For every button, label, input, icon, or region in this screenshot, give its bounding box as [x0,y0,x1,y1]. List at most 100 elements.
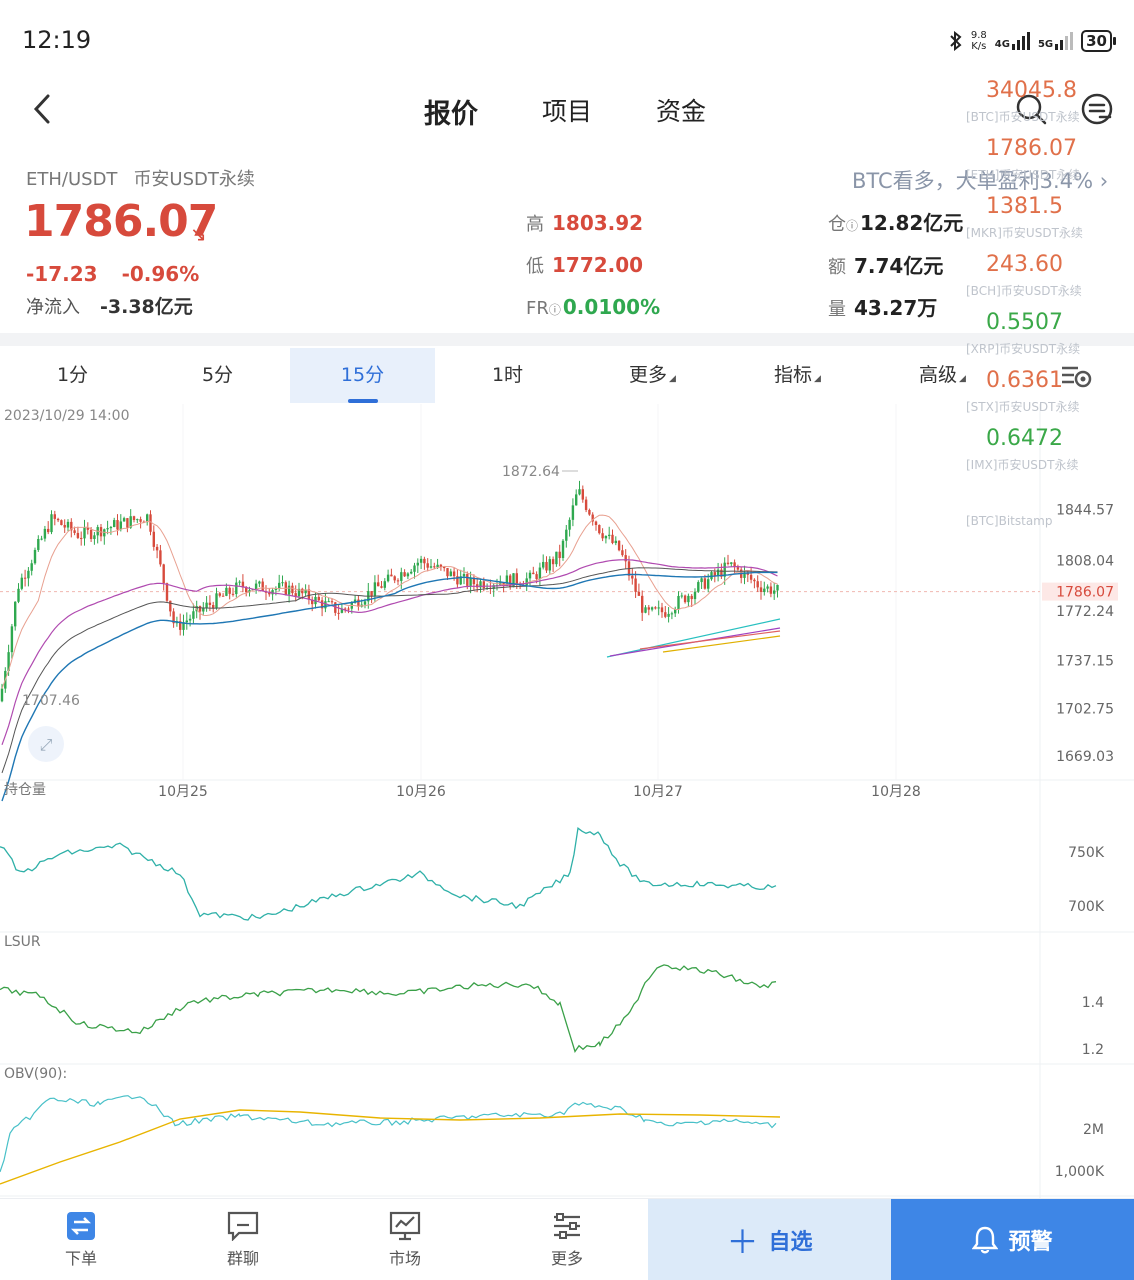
candle-body [380,586,383,588]
ticker-item[interactable]: 34045.8 [BTC]币安USDT永续 [966,78,1126,136]
candle-body [548,559,551,571]
candle-body [159,550,162,565]
candle-body [769,586,773,594]
candle-body [443,566,446,569]
ticker-symbol: [BTC]币安USDT永续 [966,110,1080,124]
candle-body [433,566,436,568]
candle-body [205,602,208,608]
tab-project[interactable]: 项目 [542,92,592,128]
candle-body [185,620,188,623]
candle-body [235,582,238,595]
candle-body [162,564,165,584]
price-change: -17.23 -0.96% [26,262,223,286]
back-arrow-icon[interactable] [28,92,56,126]
candle-body [410,571,413,574]
candle-body [423,558,426,564]
candle-body [429,566,433,568]
ticker-item[interactable]: 0.5507 [XRP]币安USDT永续 [966,310,1126,368]
signal-4g: 4G [995,32,1030,50]
stats-volume: 仓ⓘ 12.82亿元 额 7.74亿元 量 43.27万 [828,203,963,330]
candle-body [446,568,449,577]
chat-button[interactable]: 群聊 [162,1199,324,1280]
candle-body [637,591,641,596]
candle-body [482,581,485,589]
tab-funds[interactable]: 资金 [656,92,706,128]
price-alert-button[interactable]: 预警 [891,1199,1134,1280]
ticker-item[interactable]: 0.6472 [IMX]币安USDT永续 [966,426,1126,484]
stats-high-low: 高 1803.92 低 1772.00 FRⓘ 0.0100% [526,203,660,330]
candle-body [400,572,403,581]
candle-body [37,539,40,550]
candle-body [301,588,304,594]
tab-quote[interactable]: 报价 [424,92,478,131]
info-icon[interactable]: ⓘ [549,303,561,317]
candle-body [188,618,192,621]
candle-body [347,608,350,610]
x-axis-label: 10月26 [396,784,446,800]
candle-body [287,585,291,595]
candle-body [578,489,581,495]
period-15m[interactable]: 15分 [290,348,435,403]
candle-body [581,489,584,500]
candle-body [317,596,320,601]
ticker-price: 0.6472 [986,426,1063,451]
ticker-price: 1786.07 [986,136,1077,161]
more-button[interactable]: 更多 [486,1199,648,1280]
candle-body [753,579,756,582]
candle-body [225,587,228,596]
status-indicators: 9.8 K/s 4G 5G 30 [949,30,1116,52]
market-button[interactable]: 市场 [324,1199,486,1280]
candle-body [535,574,538,580]
ma-line [1,514,778,689]
add-watchlist-button[interactable]: ＋自选 [648,1199,891,1280]
candle-body [594,521,598,525]
ticker-item[interactable]: 0.6361 [STX]币安USDT永续 [966,368,1126,426]
ticker-symbol: [ETH]币安USDT永续 [966,168,1081,182]
candle-body [700,578,703,583]
candle-body [294,593,297,597]
candle-body [703,578,707,589]
candle-body [614,540,617,544]
period-more[interactable]: 更多 ◢ [580,348,725,403]
network-speed: 9.8 K/s [970,30,987,52]
candle-body [17,588,20,602]
candle-body [155,546,159,551]
candle-body [413,565,416,572]
ticker-symbol: [BTC]Bitstamp [966,514,1053,528]
candle-body [337,612,340,614]
ticker-overlay[interactable]: 34045.8 [BTC]币安USDT永续 1786.07 [ETH]币安USDT永续… [966,78,1126,542]
candle-body [631,575,634,579]
kline-chart[interactable]: 2023/10/29 14:001844.571808.041786.07177… [0,404,1134,1200]
candle-body [132,516,136,520]
open-interest-line [0,827,777,921]
pair-symbol: ETH/USDT [26,169,118,190]
ticker-item[interactable]: 1786.07 [ETH]币安USDT永续 [966,136,1126,194]
candle-body [63,525,66,528]
candle-body [568,519,571,530]
candle-body [749,574,753,580]
market-name: 币安USDT永续 [133,169,255,190]
candle-body [89,529,93,539]
period-5m[interactable]: 5分 [145,348,290,403]
info-icon[interactable]: ⓘ [846,219,858,233]
candle-body [27,570,30,579]
bottom-toolbar: 下单 群聊 市场 更多 ＋自选 预警 [0,1198,1134,1280]
indicator-tick: 1.2 [1082,1042,1104,1058]
ticker-item[interactable]: 243.60 [BCH]币安USDT永续 [966,252,1126,310]
candle-body [43,528,47,539]
candle-body [80,537,83,539]
period-1h[interactable]: 1时 [435,348,580,403]
candle-body [0,688,4,702]
candle-body [644,607,647,613]
order-button[interactable]: 下单 [0,1199,162,1280]
ticker-item[interactable]: 1381.5 [MKR]币安USDT永续 [966,194,1126,252]
candle-body [40,538,43,540]
ticker-item[interactable]: [BTC]Bitstamp [966,484,1126,542]
projection-line [639,630,781,650]
status-time: 12:19 [22,26,92,54]
ticker-price: 0.5507 [986,310,1063,335]
stat-fr: FRⓘ 0.0100% [526,295,661,319]
period-indicators[interactable]: 指标 ◢ [725,348,870,403]
candle-body [383,581,386,588]
period-1m[interactable]: 1分 [0,348,145,403]
